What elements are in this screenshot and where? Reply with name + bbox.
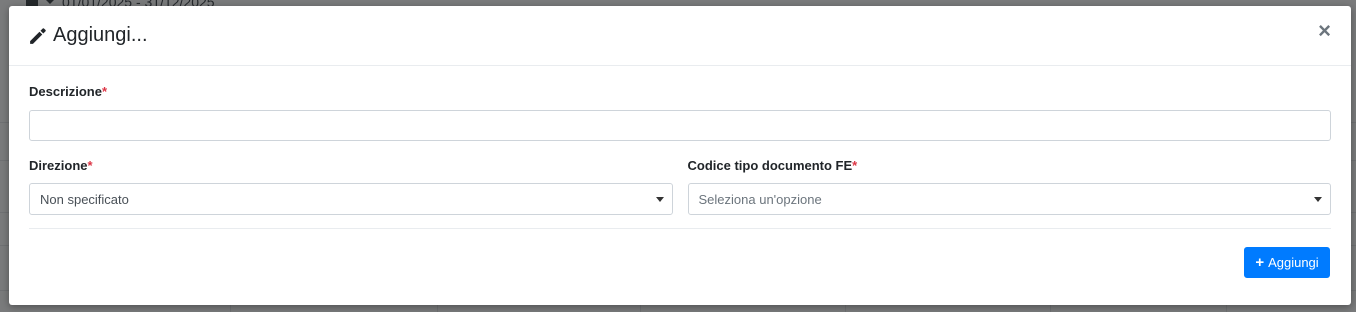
modal-title-text: Aggiungi...: [53, 24, 148, 46]
required-mark: *: [101, 84, 108, 99]
add-modal: Aggiungi... × Descrizione* Direzione* No…: [9, 6, 1351, 305]
codice-tipo-group: Codice tipo documento FE* Seleziona un'o…: [687, 157, 1331, 215]
descrizione-input[interactable]: [29, 110, 1331, 141]
caret-down-icon: [1314, 196, 1322, 202]
required-mark: *: [87, 158, 93, 173]
modal-footer: + Aggiungi: [29, 229, 1331, 289]
caret-down-icon: [655, 196, 664, 202]
form-row: Direzione* Non specificato Codice tipo d…: [29, 157, 1331, 215]
add-button-label: Aggiungi: [1268, 255, 1319, 270]
direzione-select[interactable]: Non specificato: [29, 183, 673, 215]
descrizione-label-text: Descrizione: [29, 84, 102, 99]
add-button[interactable]: + Aggiungi: [1244, 247, 1330, 278]
codice-tipo-select[interactable]: Seleziona un'opzione: [687, 183, 1331, 215]
close-button[interactable]: ×: [1318, 20, 1331, 42]
codice-tipo-label-text: Codice tipo documento FE: [687, 158, 853, 173]
codice-tipo-label: Codice tipo documento FE*: [688, 158, 858, 173]
required-mark: *: [852, 158, 858, 173]
direzione-label: Direzione*: [29, 158, 93, 173]
descrizione-group: Descrizione*: [29, 83, 1331, 141]
descrizione-label: Descrizione*: [29, 84, 107, 99]
codice-tipo-placeholder: Seleziona un'opzione: [698, 191, 822, 207]
direzione-label-text: Direzione: [29, 158, 88, 173]
direzione-selected-value: Non specificato: [40, 191, 129, 207]
modal-body: Descrizione* Direzione* Non specificato …: [9, 66, 1351, 289]
modal-header: Aggiungi... ×: [9, 6, 1351, 66]
modal-title: Aggiungi...: [29, 24, 148, 47]
plus-icon: +: [1255, 254, 1265, 271]
direzione-group: Direzione* Non specificato: [29, 157, 673, 215]
pencil-icon: [30, 27, 46, 44]
